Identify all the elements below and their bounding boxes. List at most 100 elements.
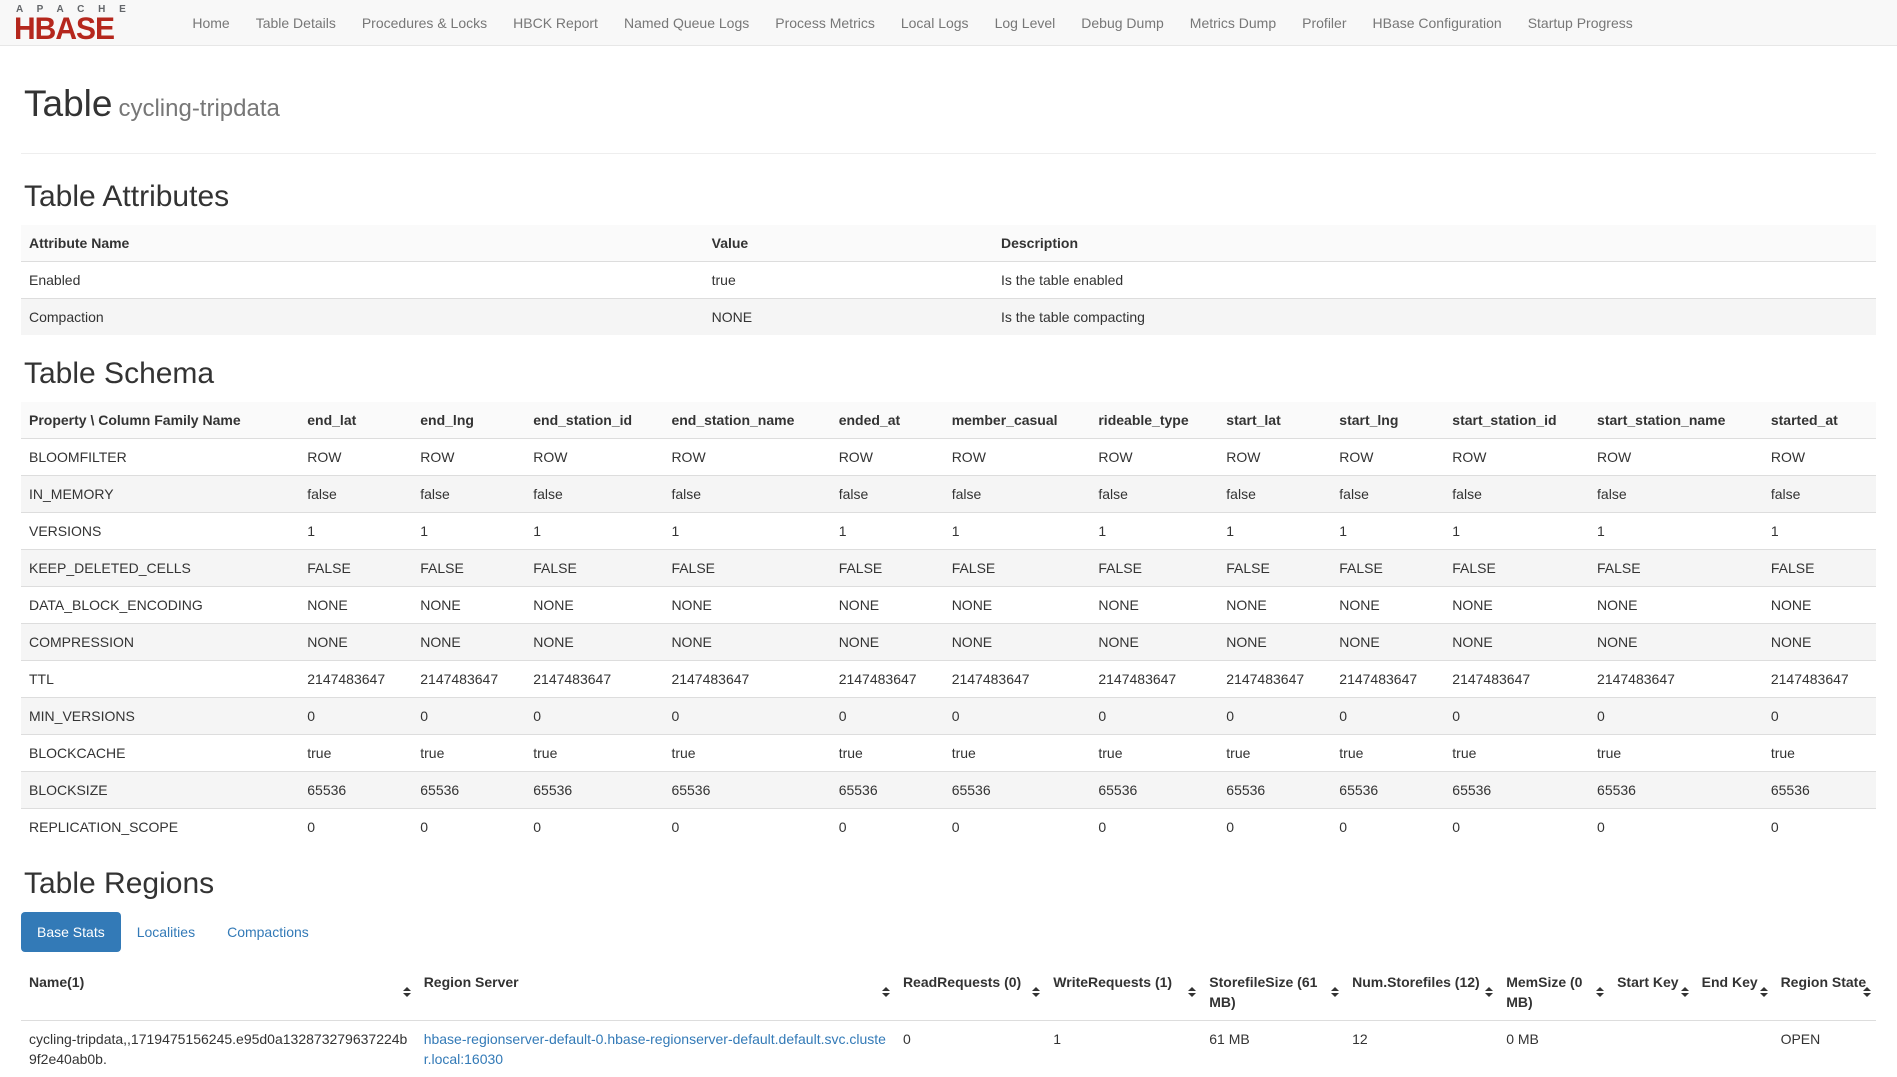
sort-icon[interactable] — [882, 987, 890, 997]
schema-value-cell: 65536 — [944, 771, 1091, 808]
nav-item-profiler[interactable]: Profiler — [1289, 15, 1359, 31]
table-row: DATA_BLOCK_ENCODINGNONENONENONENONENONEN… — [21, 586, 1876, 623]
sort-down-arrow-icon — [1760, 993, 1768, 997]
schema-column-header: Property \ Column Family Name — [21, 402, 299, 439]
nav-item-named-queue-logs[interactable]: Named Queue Logs — [611, 15, 762, 31]
regions-column-header-writerequests-1[interactable]: WriteRequests (1) — [1045, 964, 1201, 1021]
schema-value-cell: 0 — [944, 808, 1091, 845]
sort-icon[interactable] — [1331, 987, 1339, 997]
nav-item-hbck-report[interactable]: HBCK Report — [500, 15, 611, 31]
sort-icon[interactable] — [1863, 987, 1871, 997]
schema-value-cell: ROW — [944, 438, 1091, 475]
page-content: Tablecycling-tripdata Table Attributes A… — [0, 84, 1897, 1077]
tab-base-stats[interactable]: Base Stats — [21, 912, 121, 952]
attribute-cell: Is the table compacting — [993, 298, 1876, 335]
sort-down-arrow-icon — [1188, 993, 1196, 997]
sort-icon[interactable] — [1760, 987, 1768, 997]
schema-value-cell: NONE — [1589, 586, 1763, 623]
table-row: IN_MEMORYfalsefalsefalsefalsefalsefalsef… — [21, 475, 1876, 512]
schema-value-cell: 65536 — [525, 771, 663, 808]
tab-compactions[interactable]: Compactions — [211, 912, 325, 952]
nav-item-log-level[interactable]: Log Level — [982, 15, 1069, 31]
schema-value-cell: 0 — [1589, 808, 1763, 845]
schema-value-cell: false — [1218, 475, 1331, 512]
sort-down-arrow-icon — [1485, 993, 1493, 997]
schema-value-cell: 2147483647 — [1090, 660, 1218, 697]
schema-value-cell: 1 — [525, 512, 663, 549]
sort-down-arrow-icon — [1681, 993, 1689, 997]
schema-value-cell: NONE — [663, 586, 830, 623]
nav-item-metrics-dump[interactable]: Metrics Dump — [1177, 15, 1289, 31]
schema-column-header: start_station_id — [1444, 402, 1589, 439]
schema-value-cell: 1 — [663, 512, 830, 549]
schema-value-cell: ROW — [663, 438, 830, 475]
schema-value-cell: true — [1090, 734, 1218, 771]
sort-icon[interactable] — [1485, 987, 1493, 997]
schema-value-cell: 0 — [1763, 808, 1876, 845]
schema-value-cell: 0 — [663, 808, 830, 845]
schema-value-cell: 65536 — [1444, 771, 1589, 808]
schema-value-cell: 1 — [1218, 512, 1331, 549]
hbase-logo[interactable]: A P A C H E HBASE — [8, 3, 137, 43]
page-title-text: Table — [24, 83, 112, 124]
schema-value-cell: FALSE — [412, 549, 525, 586]
regions-column-label: StorefileSize (61 MB) — [1209, 974, 1317, 1010]
regions-column-header-region-state[interactable]: Region State — [1773, 964, 1876, 1021]
nav-item-local-logs[interactable]: Local Logs — [888, 15, 982, 31]
nav-item-process-metrics[interactable]: Process Metrics — [762, 15, 888, 31]
schema-value-cell: FALSE — [1331, 549, 1444, 586]
nav-item-table-details[interactable]: Table Details — [243, 15, 349, 31]
sort-icon[interactable] — [1032, 987, 1040, 997]
schema-value-cell: NONE — [1763, 586, 1876, 623]
schema-value-cell: false — [663, 475, 830, 512]
regions-column-header-storefilesize-61-mb[interactable]: StorefileSize (61 MB) — [1201, 964, 1344, 1021]
regions-column-header-readrequests-0[interactable]: ReadRequests (0) — [895, 964, 1045, 1021]
schema-value-cell: true — [299, 734, 412, 771]
sort-icon[interactable] — [1188, 987, 1196, 997]
regions-column-header-end-key[interactable]: End Key — [1694, 964, 1773, 1021]
region-server-link[interactable]: hbase-regionserver-default-0.hbase-regio… — [424, 1031, 886, 1067]
nav-item-debug-dump[interactable]: Debug Dump — [1068, 15, 1177, 31]
schema-value-cell: false — [299, 475, 412, 512]
schema-value-cell: FALSE — [525, 549, 663, 586]
schema-property-cell: BLOOMFILTER — [21, 438, 299, 475]
schema-value-cell: ROW — [1589, 438, 1763, 475]
regions-column-header-memsize-0-mb[interactable]: MemSize (0 MB) — [1498, 964, 1609, 1021]
nav-item-procedures-locks[interactable]: Procedures & Locks — [349, 15, 500, 31]
table-schema: Property \ Column Family Nameend_latend_… — [21, 402, 1876, 845]
sort-down-arrow-icon — [1032, 993, 1040, 997]
schema-value-cell: 65536 — [831, 771, 944, 808]
regions-column-label: Name(1) — [29, 974, 84, 990]
schema-value-cell: 2147483647 — [944, 660, 1091, 697]
tab-localities[interactable]: Localities — [121, 912, 211, 952]
regions-column-label: ReadRequests (0) — [903, 974, 1021, 990]
schema-column-header: rideable_type — [1090, 402, 1218, 439]
attributes-column-header: Value — [704, 225, 993, 262]
regions-heading: Table Regions — [24, 867, 1876, 900]
schema-column-header: end_lat — [299, 402, 412, 439]
schema-value-cell: FALSE — [1763, 549, 1876, 586]
schema-value-cell: false — [1331, 475, 1444, 512]
schema-value-cell: true — [1218, 734, 1331, 771]
regions-column-header-start-key[interactable]: Start Key — [1609, 964, 1694, 1021]
schema-value-cell: NONE — [663, 623, 830, 660]
schema-heading: Table Schema — [24, 357, 1876, 390]
schema-header: Property \ Column Family Nameend_latend_… — [21, 402, 1876, 439]
regions-column-header-name-1[interactable]: Name(1) — [21, 964, 416, 1021]
schema-value-cell: false — [525, 475, 663, 512]
regions-column-header-region-server[interactable]: Region Server — [416, 964, 895, 1021]
schema-value-cell: ROW — [1218, 438, 1331, 475]
schema-value-cell: false — [944, 475, 1091, 512]
schema-value-cell: true — [412, 734, 525, 771]
regions-header: Name(1) Region Server ReadRequests (0) Writ… — [21, 964, 1876, 1021]
sort-icon[interactable] — [1596, 987, 1604, 997]
nav-item-hbase-configuration[interactable]: HBase Configuration — [1360, 15, 1515, 31]
mem-size-cell: 0 MB — [1498, 1020, 1609, 1077]
sort-icon[interactable] — [403, 987, 411, 997]
read-requests-cell: 0 — [895, 1020, 1045, 1077]
nav-item-home[interactable]: Home — [179, 15, 242, 31]
sort-icon[interactable] — [1681, 987, 1689, 997]
nav-item-startup-progress[interactable]: Startup Progress — [1515, 15, 1646, 31]
regions-column-header-num-storefiles-12[interactable]: Num.Storefiles (12) — [1344, 964, 1498, 1021]
table-row: BLOCKSIZE6553665536655366553665536655366… — [21, 771, 1876, 808]
